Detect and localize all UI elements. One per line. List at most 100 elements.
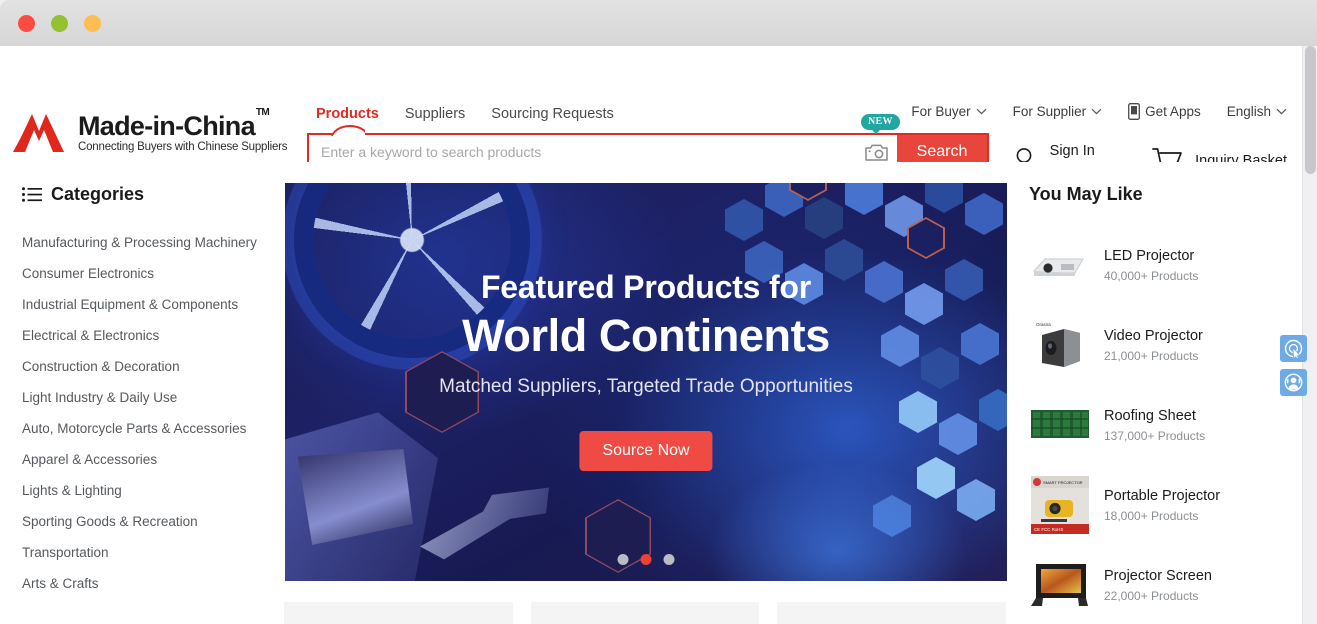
product-count: 18,000+ Products [1104, 509, 1199, 524]
sidebar-item-light-industry-daily-use[interactable]: Light Industry & Daily Use [22, 382, 285, 413]
list-item[interactable]: Orasira Video Projector 21,000+ Products [1029, 305, 1295, 385]
sidebar-item-transportation[interactable]: Transportation [22, 537, 285, 568]
sidebar-item-electrical-electronics[interactable]: Electrical & Electronics [22, 320, 285, 351]
sidebar-item-apparel-accessories[interactable]: Apparel & Accessories [22, 444, 285, 475]
chevron-down-icon [1276, 108, 1287, 115]
mobile-phone-icon [1128, 103, 1141, 120]
product-count: 137,000+ Products [1104, 429, 1206, 444]
you-may-like-panel: You May Like LED Projector 40,000+ Produ… [1007, 162, 1295, 624]
categories-sidebar: Categories Manufacturing & Processing Ma… [22, 162, 285, 624]
sidebar-item-sporting-goods-recreation[interactable]: Sporting Goods & Recreation [22, 506, 285, 537]
led-projector-thumb [1029, 236, 1091, 294]
scrollbar-thumb[interactable] [1305, 46, 1316, 174]
for-buyer-label: For Buyer [911, 104, 971, 119]
sign-in-link[interactable]: Sign In [1050, 142, 1110, 161]
hero-text-block: Featured Products for World Continents M… [285, 269, 1007, 398]
sidebar-item-manufacturing-processing-machinery[interactable]: Manufacturing & Processing Machinery [22, 227, 285, 258]
main-content: Categories Manufacturing & Processing Ma… [0, 162, 1317, 624]
list-item[interactable]: SMART PROJECTOR CE FCC RoHS Portable Pro… [1029, 465, 1295, 545]
cursor-target-button[interactable] [1280, 335, 1307, 362]
for-supplier-label: For Supplier [1012, 104, 1087, 119]
window-title-bar [0, 0, 1317, 46]
floating-action-buttons [1280, 335, 1307, 396]
site-header: Made-in-ChinaTM Connecting Buyers with C… [0, 46, 1317, 178]
headset-support-icon [1284, 373, 1303, 392]
made-in-china-logo-icon [13, 114, 64, 152]
video-projector-icon: Orasira [1036, 322, 1080, 367]
product-count: 40,000+ Products [1104, 269, 1199, 284]
bottom-placeholder-cards [284, 602, 1007, 624]
placeholder-card[interactable] [777, 602, 1007, 624]
logo-title-text: Made-in-China [78, 110, 256, 141]
roofing-sheet-icon [1031, 410, 1089, 438]
sidebar-item-auto-motorcycle-parts-accessories[interactable]: Auto, Motorcycle Parts & Accessories [22, 413, 285, 444]
sidebar-item-lights-lighting[interactable]: Lights & Lighting [22, 475, 285, 506]
sidebar-item-arts-crafts[interactable]: Arts & Crafts [22, 568, 285, 599]
product-name: Portable Projector [1104, 487, 1221, 504]
placeholder-card[interactable] [284, 602, 513, 624]
carousel-dot-2[interactable] [640, 554, 652, 565]
source-now-button[interactable]: Source Now [579, 431, 713, 471]
logo-title: Made-in-ChinaTM [78, 107, 270, 141]
site-logo[interactable]: Made-in-ChinaTM Connecting Buyers with C… [12, 107, 288, 154]
product-count: 21,000+ Products [1104, 349, 1199, 364]
svg-text:CE FCC RoHS: CE FCC RoHS [1034, 527, 1063, 532]
language-menu[interactable]: English [1227, 104, 1287, 119]
language-label: English [1226, 104, 1271, 119]
projector-screen-icon [1031, 564, 1088, 606]
minimize-window-button[interactable] [84, 14, 101, 32]
hero-line-3: Matched Suppliers, Targeted Trade Opport… [439, 376, 853, 397]
led-projector-icon [1033, 258, 1084, 276]
support-chat-button[interactable] [1280, 369, 1307, 396]
tab-suppliers[interactable]: Suppliers [405, 106, 465, 129]
projector-screen-thumb [1029, 556, 1091, 614]
active-tab-notch [331, 125, 365, 136]
sidebar-item-construction-decoration[interactable]: Construction & Decoration [22, 351, 285, 382]
categories-title: Categories [51, 184, 145, 204]
carousel-dot-1[interactable] [617, 554, 629, 565]
product-name: Roofing Sheet [1104, 407, 1196, 424]
traffic-light-group [18, 14, 101, 32]
for-buyer-menu[interactable]: For Buyer [911, 104, 987, 119]
hero-line-2: World Continents [462, 310, 830, 361]
logo-trademark: TM [255, 106, 270, 118]
utility-nav: For Buyer For Supplier Get Apps English [911, 103, 1287, 120]
placeholder-card[interactable] [530, 602, 760, 624]
maximize-window-button[interactable] [51, 14, 68, 32]
roofing-sheet-thumb [1029, 396, 1091, 454]
get-apps-link[interactable]: Get Apps [1128, 103, 1201, 120]
list-item[interactable]: Projector Screen 22,000+ Products [1029, 545, 1295, 624]
list-item[interactable]: Roofing Sheet 137,000+ Products [1029, 385, 1295, 465]
svg-text:SMART PROJECTOR: SMART PROJECTOR [1043, 480, 1083, 485]
cursor-target-icon [1284, 339, 1303, 358]
list-icon [22, 187, 42, 202]
hero-carousel: Featured Products for World Continents M… [285, 162, 1007, 624]
portable-projector-icon: SMART PROJECTOR CE FCC RoHS [1031, 476, 1089, 534]
get-apps-label: Get Apps [1145, 104, 1201, 119]
carousel-dots [617, 554, 675, 565]
page-root: Made-in-ChinaTM Connecting Buyers with C… [0, 46, 1317, 624]
chevron-down-icon [976, 108, 987, 115]
product-count: 22,000+ Products [1104, 589, 1199, 604]
portable-projector-thumb: SMART PROJECTOR CE FCC RoHS [1029, 476, 1091, 534]
hero-glow [707, 461, 967, 581]
sidebar-item-consumer-electronics[interactable]: Consumer Electronics [22, 258, 285, 289]
product-name: LED Projector [1104, 247, 1195, 264]
video-projector-thumb: Orasira [1029, 316, 1091, 374]
svg-text:Orasira: Orasira [1036, 322, 1051, 327]
hero-line-1: Featured Products for [480, 269, 812, 305]
logo-tagline: Connecting Buyers with Chinese Suppliers [78, 141, 288, 153]
list-item[interactable]: LED Projector 40,000+ Products [1029, 225, 1295, 305]
product-name: Video Projector [1104, 327, 1203, 344]
close-window-button[interactable] [18, 14, 35, 32]
for-supplier-menu[interactable]: For Supplier [1013, 104, 1103, 119]
categories-list: Manufacturing & Processing Machinery Con… [22, 227, 285, 599]
tab-sourcing-requests[interactable]: Sourcing Requests [491, 106, 614, 129]
sidebar-item-industrial-equipment-components[interactable]: Industrial Equipment & Components [22, 289, 285, 320]
camera-icon [864, 144, 888, 161]
hero-banner[interactable]: Featured Products for World Continents M… [285, 183, 1007, 581]
chevron-down-icon [1091, 108, 1102, 115]
categories-header: Categories [22, 184, 285, 205]
carousel-dot-3[interactable] [663, 554, 675, 565]
new-badge: NEW [861, 114, 900, 134]
